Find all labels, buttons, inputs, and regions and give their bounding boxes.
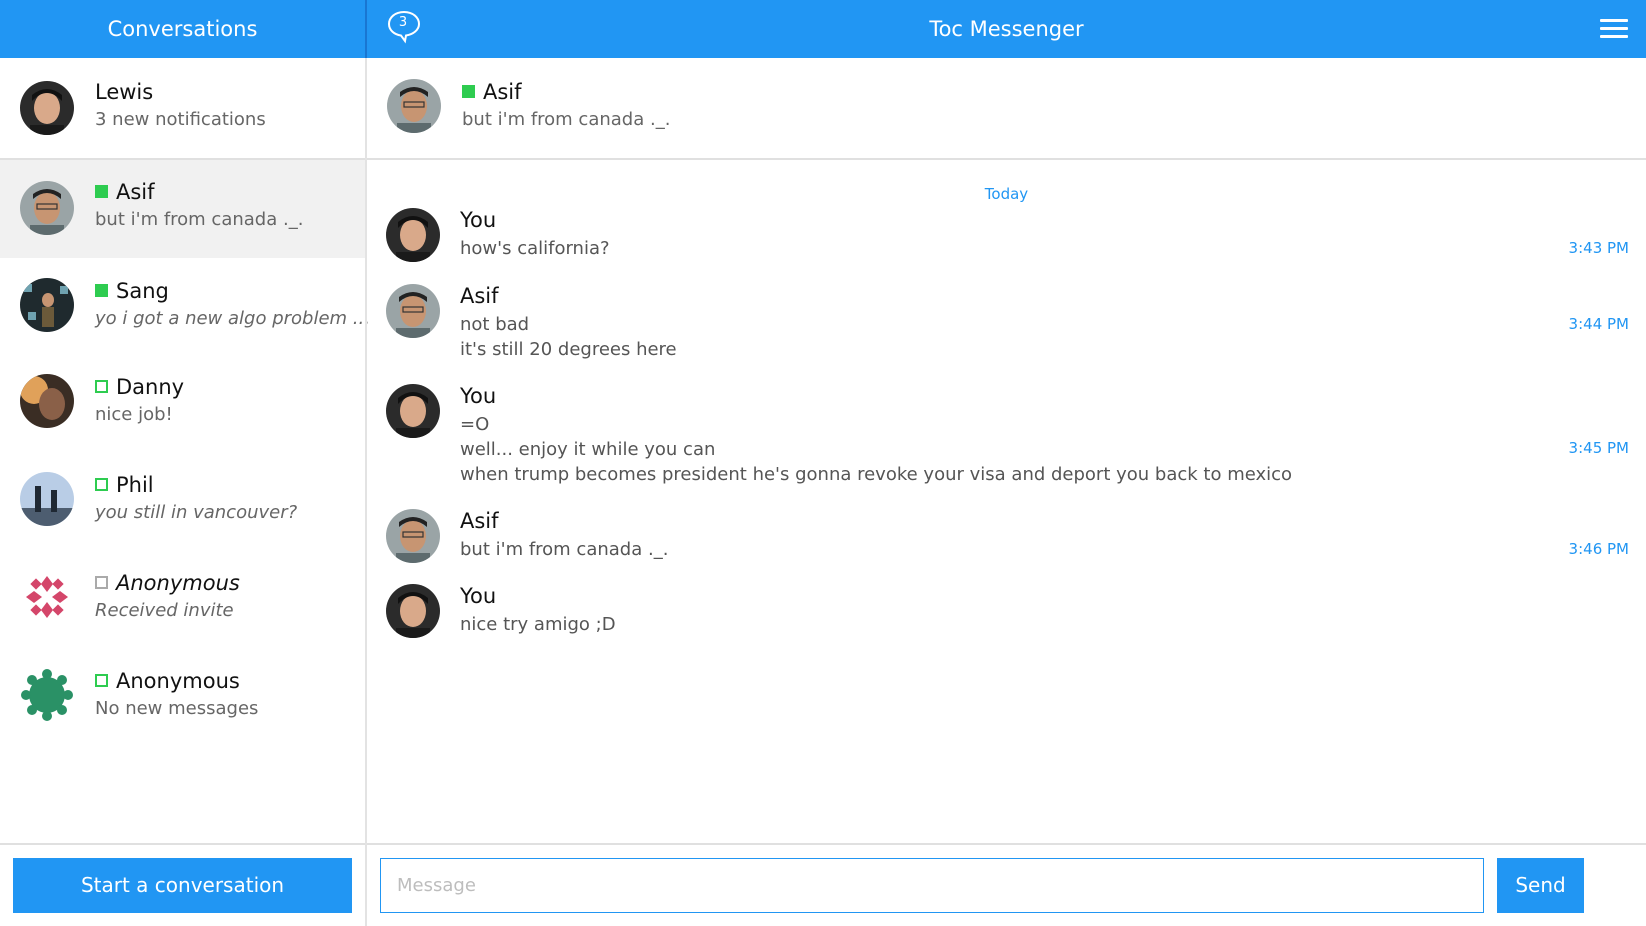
chat-contact-name: Asif	[483, 80, 522, 104]
date-divider: Today	[984, 185, 1029, 203]
message-text: =O	[460, 414, 490, 435]
avatar	[20, 278, 74, 332]
profile-name: Lewis	[95, 80, 154, 104]
profile-card[interactable]: Lewis 3 new notifications	[0, 58, 365, 160]
conversation-name: Sang	[116, 279, 169, 303]
conversation-name: Phil	[116, 473, 154, 497]
message-sender: You	[460, 208, 497, 232]
avatar	[387, 79, 441, 133]
sidebar-footer: Start a conversation	[0, 843, 365, 926]
conversation-name: Asif	[116, 180, 155, 204]
app-title: Toc Messenger	[929, 17, 1084, 41]
message-time: 3:43 PM	[1568, 239, 1629, 257]
avatar	[386, 509, 440, 563]
conversation-preview: yo i got a new algo problem ...	[95, 308, 370, 329]
message-composer: Send	[367, 843, 1646, 926]
conversation-item-anonymous-invite[interactable]: Anonymous Received invite	[0, 552, 365, 650]
message-input[interactable]	[380, 858, 1484, 913]
conversations-title: Conversations	[107, 17, 258, 41]
avatar	[386, 584, 440, 638]
chat-contact-preview: but i'm from canada ._.	[462, 109, 671, 130]
avatar	[20, 81, 74, 135]
offline-status-icon	[95, 478, 108, 491]
conversation-name: Anonymous	[116, 669, 240, 693]
start-conversation-button[interactable]: Start a conversation	[13, 858, 352, 913]
chat-panel: Asif but i'm from canada ._. Today You h…	[367, 58, 1646, 926]
online-status-icon	[95, 284, 108, 297]
conversation-preview: but i'm from canada ._.	[95, 209, 304, 230]
notifications-button[interactable]: 3	[387, 10, 421, 44]
conversation-preview: nice job!	[95, 404, 173, 425]
message-time: 3:46 PM	[1568, 540, 1629, 558]
conversation-item-phil[interactable]: Phil you still in vancouver?	[0, 454, 365, 552]
top-bar: Conversations Toc Messenger 3	[0, 0, 1646, 58]
offline-status-icon	[95, 380, 108, 393]
conversation-item-danny[interactable]: Danny nice job!	[0, 356, 365, 454]
conversation-preview: you still in vancouver?	[95, 502, 298, 523]
invited-status-icon	[95, 576, 108, 589]
conversation-name: Danny	[116, 375, 185, 399]
hamburger-menu-icon[interactable]	[1600, 19, 1628, 39]
conversation-preview: Received invite	[95, 600, 234, 621]
conversation-preview: No new messages	[95, 698, 259, 719]
conversation-name: Anonymous	[116, 571, 240, 595]
identicon-avatar	[20, 668, 74, 722]
offline-status-icon	[95, 674, 108, 687]
avatar	[20, 374, 74, 428]
message-text: when trump becomes president he's gonna …	[460, 464, 1293, 485]
message-sender: You	[460, 584, 497, 608]
message-text: it's still 20 degrees here	[460, 339, 677, 360]
message-sender: You	[460, 384, 497, 408]
conversation-item-sang[interactable]: Sang yo i got a new algo problem ...	[0, 258, 370, 356]
message-time: 3:45 PM	[1568, 439, 1629, 457]
profile-subtitle: 3 new notifications	[95, 109, 266, 130]
avatar	[386, 208, 440, 262]
message-text: but i'm from canada ._.	[460, 539, 669, 560]
message-text: how's california?	[460, 238, 610, 259]
message-time: 3:44 PM	[1568, 315, 1629, 333]
send-button[interactable]: Send	[1497, 858, 1584, 913]
conversation-item-anonymous[interactable]: Anonymous No new messages	[0, 650, 365, 748]
sidebar: Lewis 3 new notifications Asif but i'm f…	[0, 58, 370, 926]
message-text: nice try amigo ;D	[460, 614, 616, 635]
conversation-item-asif[interactable]: Asif but i'm from canada ._.	[0, 160, 365, 258]
message-sender: Asif	[460, 509, 499, 533]
message-text: well... enjoy it while you can	[460, 439, 716, 460]
notification-count: 3	[398, 15, 408, 30]
messenger-app: Conversations Toc Messenger 3 Lewis 3 ne…	[0, 0, 1646, 926]
avatar	[386, 384, 440, 438]
avatar	[386, 284, 440, 338]
identicon-avatar	[20, 570, 74, 624]
message-sender: Asif	[460, 284, 499, 308]
online-status-icon	[95, 185, 108, 198]
online-status-icon	[462, 85, 475, 98]
message-text: not bad	[460, 314, 530, 335]
avatar	[20, 181, 74, 235]
avatar	[20, 472, 74, 526]
chat-header: Asif but i'm from canada ._.	[367, 58, 1646, 160]
